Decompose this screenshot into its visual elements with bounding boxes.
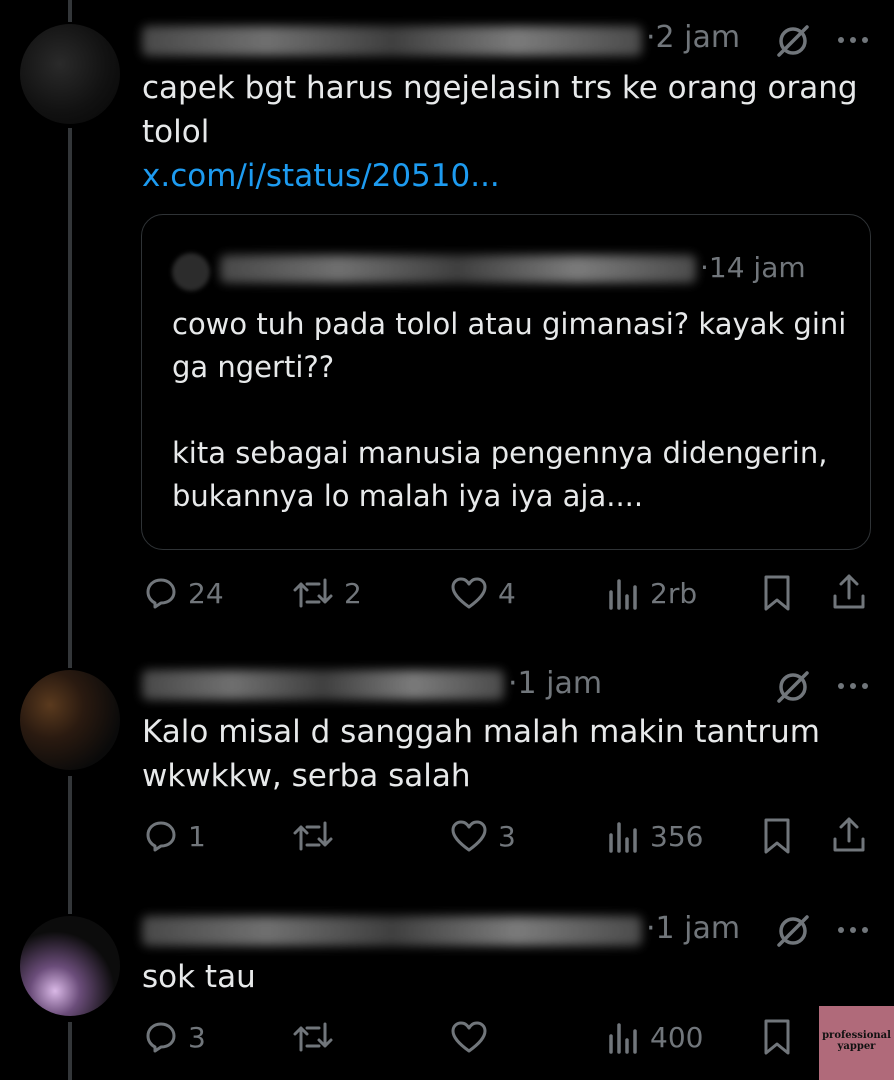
reply-icon: [146, 821, 176, 852]
views-button[interactable]: 400: [606, 1014, 703, 1060]
more-options-icon[interactable]: [834, 30, 872, 50]
quoted-tweet-card[interactable]: ·14 jam cowo tuh pada tolol atau gimanas…: [141, 214, 871, 550]
reply-icon: [146, 578, 176, 609]
views-icon: [609, 822, 637, 853]
views-button[interactable]: 356: [606, 813, 703, 859]
watermark: professional yapper: [819, 1006, 894, 1080]
like-count: 3: [498, 819, 516, 853]
views-button[interactable]: 2rb: [606, 570, 697, 616]
status-link[interactable]: x.com/i/status/20510...: [142, 158, 500, 194]
heart-icon: [451, 820, 487, 852]
tweet-actions: 1 3 356: [142, 813, 870, 859]
author-name[interactable]: [142, 916, 642, 946]
tweet-text: capek bgt harus ngejelasin trs ke orang …: [142, 70, 858, 194]
reply-icon: [146, 1022, 176, 1053]
quote-timestamp: 14 jam: [708, 251, 806, 284]
like-button[interactable]: 3: [450, 813, 516, 859]
share-icon[interactable]: [830, 572, 868, 612]
heart-icon: [451, 577, 487, 609]
quote-author-name: [220, 255, 696, 283]
thread-line: [68, 128, 72, 668]
watermark-line-1: professional: [822, 1030, 891, 1041]
reply-count: 3: [188, 1020, 206, 1054]
more-options-icon[interactable]: [834, 920, 872, 940]
reply-button[interactable]: 3: [144, 1014, 206, 1060]
more-options-icon[interactable]: [834, 676, 872, 696]
avatar[interactable]: [20, 24, 120, 124]
view-count: 2rb: [650, 576, 698, 610]
quote-avatar: [172, 253, 210, 291]
repost-button[interactable]: 2: [292, 570, 362, 616]
author-name[interactable]: [142, 670, 504, 700]
bookmark-icon[interactable]: [760, 574, 794, 612]
thread-line: [68, 1022, 72, 1080]
tweet-text: sok tau: [142, 959, 256, 995]
tweet-actions: 24 2 4 2rb: [142, 570, 870, 616]
reply-button[interactable]: 1: [144, 813, 206, 859]
thread-line: [68, 776, 72, 914]
reply-button[interactable]: 24: [144, 570, 224, 616]
bookmark-icon[interactable]: [760, 817, 794, 855]
views-icon: [609, 579, 637, 610]
like-count: 4: [498, 576, 516, 610]
repost-count: 2: [344, 576, 362, 610]
author-name[interactable]: [142, 26, 642, 56]
quote-meta: ·14 jam: [700, 251, 806, 284]
muted-conversation-icon[interactable]: [774, 912, 812, 950]
tweet-meta: ·1 jam: [508, 666, 603, 701]
repost-button[interactable]: [292, 813, 344, 859]
repost-button[interactable]: [292, 1014, 344, 1060]
avatar[interactable]: [20, 670, 120, 770]
reply-count: 24: [188, 576, 224, 610]
tweet-actions: 3 400: [142, 1014, 870, 1060]
quote-text: cowo tuh pada tolol atau gimanasi? kayak…: [172, 307, 847, 513]
like-button[interactable]: 4: [450, 570, 516, 616]
avatar[interactable]: [20, 916, 120, 1016]
tweet-text: Kalo misal d sanggah malah makin tantrum…: [142, 714, 820, 794]
heart-icon: [451, 1021, 487, 1053]
repost-icon: [293, 1022, 333, 1052]
bookmark-icon[interactable]: [760, 1018, 794, 1056]
muted-conversation-icon[interactable]: [774, 668, 812, 706]
tweet-meta: ·2 jam: [646, 20, 741, 55]
tweet-meta: ·1 jam: [646, 911, 741, 946]
view-count: 400: [650, 1020, 704, 1054]
repost-icon: [293, 821, 333, 851]
timestamp[interactable]: 1 jam: [518, 666, 603, 701]
views-icon: [609, 1023, 637, 1054]
timestamp[interactable]: 1 jam: [656, 911, 741, 946]
muted-conversation-icon[interactable]: [774, 22, 812, 60]
watermark-line-2: yapper: [837, 1041, 876, 1052]
thread-line: [68, 0, 72, 22]
view-count: 356: [650, 819, 704, 853]
repost-icon: [293, 578, 333, 608]
like-button[interactable]: [450, 1014, 498, 1060]
share-icon[interactable]: [830, 815, 868, 855]
timestamp[interactable]: 2 jam: [656, 20, 741, 55]
reply-count: 1: [188, 819, 206, 853]
